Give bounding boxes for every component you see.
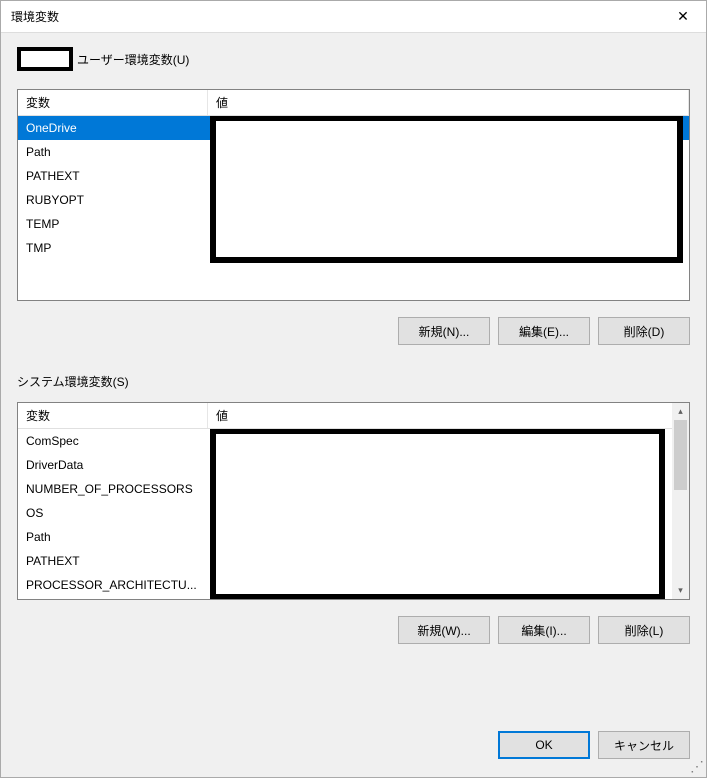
system-edit-button[interactable]: 編集(I)... [498,616,590,644]
table-row[interactable]: PROCESSOR_ARCHITECTU... [18,573,689,597]
scroll-up-button[interactable]: ▴ [672,403,689,420]
table-row[interactable]: RUBYOPT [18,188,689,212]
cell-var: RUBYOPT [18,191,208,209]
cell-val [208,439,689,443]
col-header-variable[interactable]: 変数 [18,403,208,428]
vertical-scrollbar[interactable]: ▴ ▾ [672,403,689,599]
chevron-down-icon: ▾ [678,585,683,596]
cell-var: NUMBER_OF_PROCESSORS [18,480,208,498]
col-header-variable[interactable]: 変数 [18,90,208,115]
cell-var: OneDrive [18,119,208,137]
user-new-button[interactable]: 新規(N)... [398,317,490,345]
cell-val [208,222,689,226]
cell-val [208,583,689,587]
scrollbar-track[interactable] [672,420,689,582]
dialog-content: ユーザー環境変数(U) 変数 値 OneDrive Path [1,33,706,717]
ok-button[interactable]: OK [498,731,590,759]
cell-var: PATHEXT [18,552,208,570]
cell-val [208,174,689,178]
cell-var: TEMP [18,215,208,233]
table-row[interactable]: DriverData [18,453,689,477]
user-section-label: ユーザー環境変数(U) [75,51,189,68]
cell-var: ComSpec [18,432,208,450]
chevron-up-icon: ▴ [678,406,683,417]
user-vars-section: ユーザー環境変数(U) 変数 値 OneDrive Path [17,47,690,345]
system-delete-button[interactable]: 削除(L) [598,616,690,644]
system-section-label: システム環境変数(S) [17,373,690,390]
user-section-header: ユーザー環境変数(U) [17,47,690,71]
table-row[interactable]: OS [18,501,689,525]
cell-val [208,487,689,491]
cell-val [208,559,689,563]
user-table-header[interactable]: 変数 値 [18,90,689,116]
env-vars-dialog: 環境変数 ✕ ユーザー環境変数(U) 変数 値 OneDrive [0,0,707,778]
user-table-body: OneDrive Path PATHEXT RUBYOPT [18,116,689,300]
table-row[interactable]: PATHEXT [18,164,689,188]
window-title: 環境変数 [11,8,59,25]
system-new-button[interactable]: 新規(W)... [398,616,490,644]
close-button[interactable]: ✕ [660,1,706,33]
system-vars-section: システム環境変数(S) 変数 値 ComSpec DriverData [17,373,690,644]
user-vars-table[interactable]: 変数 値 OneDrive Path PATHEXT [17,89,690,301]
user-delete-button[interactable]: 削除(D) [598,317,690,345]
table-row[interactable]: Path [18,525,689,549]
cell-var: PATHEXT [18,167,208,185]
cell-val [208,126,689,130]
cell-val [208,246,689,250]
table-row[interactable]: OneDrive [18,116,689,140]
col-header-value[interactable]: 値 [208,403,689,428]
titlebar: 環境変数 ✕ [1,1,706,33]
system-vars-table[interactable]: 変数 値 ComSpec DriverData NUMBER_OF_PROCES… [17,402,690,600]
table-row[interactable]: TEMP [18,212,689,236]
cell-var: DriverData [18,456,208,474]
dialog-footer: OK キャンセル [1,717,706,777]
table-row[interactable]: TMP [18,236,689,260]
system-table-body: ComSpec DriverData NUMBER_OF_PROCESSORS … [18,429,689,599]
username-redacted [17,47,73,71]
table-row[interactable]: ComSpec [18,429,689,453]
user-edit-button[interactable]: 編集(E)... [498,317,590,345]
cell-var: Path [18,528,208,546]
close-icon: ✕ [677,8,689,25]
scroll-down-button[interactable]: ▾ [672,582,689,599]
table-row[interactable]: NUMBER_OF_PROCESSORS [18,477,689,501]
cell-val [208,535,689,539]
system-button-row: 新規(W)... 編集(I)... 削除(L) [17,616,690,644]
system-table-header[interactable]: 変数 値 [18,403,689,429]
table-row[interactable]: PATHEXT [18,549,689,573]
cell-val [208,150,689,154]
cell-var: TMP [18,239,208,257]
cell-var: Path [18,143,208,161]
col-header-value[interactable]: 値 [208,90,689,115]
cell-val [208,511,689,515]
cancel-button[interactable]: キャンセル [598,731,690,759]
scrollbar-thumb[interactable] [674,420,687,490]
cell-var: OS [18,504,208,522]
cell-val [208,198,689,202]
user-button-row: 新規(N)... 編集(E)... 削除(D) [17,317,690,345]
cell-var: PROCESSOR_ARCHITECTU... [18,576,208,594]
cell-val [208,463,689,467]
table-row[interactable]: Path [18,140,689,164]
